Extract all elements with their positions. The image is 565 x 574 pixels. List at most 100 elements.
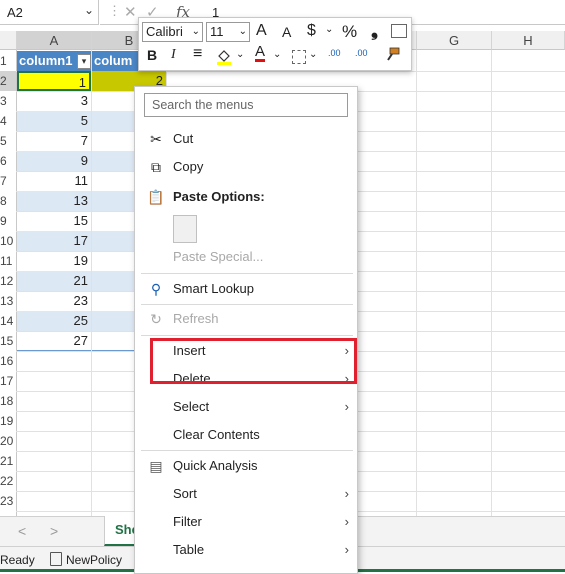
fill-color-icon[interactable] bbox=[216, 48, 231, 65]
cell-a11[interactable]: 19 bbox=[17, 251, 91, 271]
row-header-21[interactable]: 21 bbox=[0, 451, 16, 471]
menu-item-label: Refresh bbox=[173, 311, 219, 326]
row-header-15[interactable]: 15 bbox=[0, 331, 16, 351]
chevron-down-icon[interactable]: ⌄ bbox=[236, 49, 244, 60]
currency-format-icon[interactable]: $ bbox=[307, 22, 316, 40]
menu-item-clear-contents[interactable]: Clear Contents bbox=[135, 421, 357, 449]
bold-icon[interactable]: B bbox=[147, 47, 157, 63]
name-box-dropdown-icon[interactable]: ⌄ bbox=[84, 3, 94, 17]
row-header-9[interactable]: 9 bbox=[0, 211, 16, 231]
paste-icon: 📋 bbox=[147, 189, 165, 205]
select-all-corner[interactable] bbox=[0, 31, 17, 50]
font-color-icon[interactable]: A bbox=[255, 44, 266, 62]
menu-item-cut[interactable]: ✂ Cut bbox=[135, 125, 357, 153]
cancel-icon[interactable]: ✕ bbox=[124, 3, 137, 21]
chevron-down-icon[interactable]: ⌄ bbox=[309, 49, 317, 60]
cell-a7[interactable]: 11 bbox=[17, 171, 91, 191]
menu-item-sort[interactable]: Sort › bbox=[135, 480, 357, 508]
row-header-4[interactable]: 4 bbox=[0, 111, 16, 131]
menu-item-paste-special[interactable]: Paste Special... bbox=[135, 243, 357, 271]
row-header-8[interactable]: 8 bbox=[0, 191, 16, 211]
row-header-14[interactable]: 14 bbox=[0, 311, 16, 331]
search-icon: ⚲ bbox=[150, 281, 162, 297]
font-name-select[interactable]: Calibri ⌄ bbox=[142, 22, 203, 42]
row-header-22[interactable]: 22 bbox=[0, 471, 16, 491]
increase-font-size-icon[interactable]: A bbox=[256, 22, 267, 40]
cell-a8[interactable]: 13 bbox=[17, 191, 91, 211]
name-box-value: A2 bbox=[7, 5, 23, 20]
row-header-1[interactable]: 1 bbox=[0, 51, 16, 71]
format-painter-icon[interactable] bbox=[383, 46, 401, 67]
row-header-6[interactable]: 6 bbox=[0, 151, 16, 171]
column-header-a[interactable]: A bbox=[17, 31, 92, 50]
menu-item-refresh[interactable]: ↻ Refresh bbox=[135, 305, 357, 333]
filter-dropdown-icon[interactable]: ▾ bbox=[77, 54, 91, 69]
status-ready: Ready bbox=[0, 553, 35, 567]
menu-separator bbox=[141, 450, 353, 451]
menu-item-label: Quick Analysis bbox=[173, 458, 258, 473]
row-header-18[interactable]: 18 bbox=[0, 391, 16, 411]
menu-item-label: Paste Special... bbox=[173, 249, 264, 264]
row-header-16[interactable]: 16 bbox=[0, 351, 16, 371]
cell-a2[interactable]: 1 bbox=[17, 71, 91, 91]
cell-a12[interactable]: 21 bbox=[17, 271, 91, 291]
row-header-19[interactable]: 19 bbox=[0, 411, 16, 431]
row-header-5[interactable]: 5 bbox=[0, 131, 16, 151]
next-sheet-icon[interactable]: > bbox=[50, 523, 58, 539]
cell-a3[interactable]: 3 bbox=[17, 91, 91, 111]
menu-separator bbox=[141, 335, 353, 336]
font-name-value: Calibri bbox=[146, 24, 183, 39]
menu-item-quick-analysis[interactable]: ▤ Quick Analysis bbox=[135, 452, 357, 480]
context-menu: Search the menus ✂ Cut ⧉ Copy 📋 Paste Op… bbox=[134, 86, 358, 574]
column-header-h[interactable]: H bbox=[492, 31, 565, 50]
menu-item-smart-lookup[interactable]: ⚲ Smart Lookup bbox=[135, 275, 357, 303]
menu-item-copy[interactable]: ⧉ Copy bbox=[135, 153, 357, 181]
menu-item-table[interactable]: Table › bbox=[135, 536, 357, 564]
cell-a15[interactable]: 27 bbox=[17, 331, 91, 351]
mini-toolbar: Calibri ⌄ 11 ⌄ A A $ ⌄ % ❟ B I ≡ ⌄ A ⌄ ⌄… bbox=[138, 17, 412, 71]
row-header-2[interactable]: 2 bbox=[0, 71, 16, 91]
row-header-3[interactable]: 3 bbox=[0, 91, 16, 111]
cell-a5[interactable]: 7 bbox=[17, 131, 91, 151]
cell-a10[interactable]: 17 bbox=[17, 231, 91, 251]
menu-search-input[interactable]: Search the menus bbox=[144, 93, 348, 117]
menu-item-label: Cut bbox=[173, 131, 194, 146]
name-box[interactable]: A2 ⌄ ⋮ bbox=[0, 0, 121, 25]
row-header-20[interactable]: 20 bbox=[0, 431, 16, 451]
row-header-12[interactable]: 12 bbox=[0, 271, 16, 291]
chevron-down-icon[interactable]: ⌄ bbox=[273, 49, 281, 60]
font-size-value: 11 bbox=[210, 24, 224, 39]
decrease-font-size-icon[interactable]: A bbox=[282, 24, 291, 40]
menu-item-label: Copy bbox=[173, 159, 204, 174]
borders-icon[interactable] bbox=[292, 50, 306, 64]
row-header-13[interactable]: 13 bbox=[0, 291, 16, 311]
font-size-select[interactable]: 11 ⌄ bbox=[206, 22, 250, 42]
cell-a13[interactable]: 23 bbox=[17, 291, 91, 311]
highlight-box bbox=[150, 338, 357, 384]
chevron-down-icon[interactable]: ⌄ bbox=[325, 24, 333, 35]
italic-icon[interactable]: I bbox=[171, 47, 176, 63]
row-header-23[interactable]: 23 bbox=[0, 491, 16, 511]
decrease-decimal-icon[interactable]: .00 bbox=[328, 48, 341, 58]
paste-option-icon[interactable] bbox=[173, 215, 197, 243]
percent-style-icon[interactable]: % bbox=[342, 22, 357, 42]
prev-sheet-icon[interactable]: < bbox=[18, 523, 26, 539]
column-header-g[interactable]: G bbox=[417, 31, 492, 50]
comma-style-icon[interactable]: ❟ bbox=[371, 20, 378, 41]
cell-a14[interactable]: 25 bbox=[17, 311, 91, 331]
row-header-7[interactable]: 7 bbox=[0, 171, 16, 191]
row-header-17[interactable]: 17 bbox=[0, 371, 16, 391]
menu-item-filter[interactable]: Filter › bbox=[135, 508, 357, 536]
status-policy[interactable]: NewPolicy bbox=[66, 553, 122, 567]
increase-decimal-icon[interactable]: .00 bbox=[355, 48, 368, 58]
format-cells-icon[interactable] bbox=[391, 24, 407, 38]
align-center-icon[interactable]: ≡ bbox=[193, 45, 202, 63]
menu-item-select[interactable]: Select › bbox=[135, 393, 357, 421]
row-header-11[interactable]: 11 bbox=[0, 251, 16, 271]
cell-a4[interactable]: 5 bbox=[17, 111, 91, 131]
refresh-icon: ↻ bbox=[150, 311, 162, 327]
gridline bbox=[491, 50, 492, 520]
cell-a6[interactable]: 9 bbox=[17, 151, 91, 171]
row-header-10[interactable]: 10 bbox=[0, 231, 16, 251]
cell-a9[interactable]: 15 bbox=[17, 211, 91, 231]
